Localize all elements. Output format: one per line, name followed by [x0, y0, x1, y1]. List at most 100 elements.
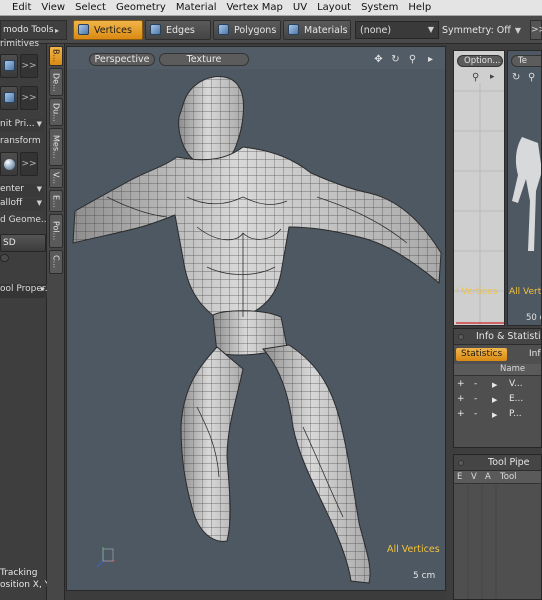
uv-grid: [454, 83, 504, 325]
edges-mode-button[interactable]: Edges: [145, 20, 211, 40]
chevron-right-icon[interactable]: ▶: [492, 381, 497, 389]
menu-view[interactable]: View: [36, 2, 70, 13]
extra-toggle-button[interactable]: [0, 254, 9, 262]
toolbar-more-button[interactable]: >>: [530, 20, 542, 40]
expand-plus[interactable]: +: [457, 409, 465, 419]
menu-help[interactable]: Help: [403, 2, 436, 13]
collapse-minus[interactable]: -: [474, 394, 477, 404]
tab-statistics[interactable]: Statistics: [456, 348, 508, 361]
cube-options-button[interactable]: >>: [20, 54, 38, 78]
polygons-icon: [218, 24, 230, 36]
tab-polygon-label: Pol...: [51, 221, 61, 241]
chevron-right-icon[interactable]: ▶: [492, 411, 497, 419]
cylinder-icon: [4, 92, 15, 103]
column-active[interactable]: A: [485, 472, 491, 482]
uv-viewport[interactable]: Option... ⚲ ▸ l Vertices: [453, 50, 505, 326]
tab-mesh-label: Mes...: [51, 135, 61, 159]
column-enable[interactable]: E: [457, 472, 462, 482]
collapse-minus[interactable]: -: [474, 379, 477, 389]
column-tool[interactable]: Tool: [500, 472, 517, 482]
expand-plus[interactable]: +: [457, 379, 465, 389]
side-viewport[interactable]: Te ↻ ⚲ All Vertic 50 c: [507, 50, 542, 326]
selection-set-value: (none): [360, 24, 392, 36]
statistics-header-row: Name: [454, 364, 541, 376]
name-column-header[interactable]: Name: [500, 364, 525, 374]
menu-layout[interactable]: Layout: [312, 2, 356, 13]
menu-select[interactable]: Select: [70, 2, 111, 13]
chevron-right-icon[interactable]: ▶: [492, 396, 497, 404]
cylinder-options-button[interactable]: >>: [20, 86, 38, 110]
row-name: E...: [509, 394, 524, 404]
tab-curve-label: C...: [51, 255, 61, 269]
info-statistics-header[interactable]: Info & Statistics: [454, 329, 541, 345]
selection-set-dropdown[interactable]: (none) ▼: [355, 21, 439, 39]
tab-duplicate[interactable]: Du...: [49, 98, 63, 126]
transform-header: ransform: [0, 136, 41, 146]
sphere-primitive-button[interactable]: [0, 152, 18, 176]
tools-panel: rimitives >> >> nit Pri... ▼ ransform >>…: [0, 39, 65, 600]
primitives-header: rimitives: [0, 39, 40, 49]
table-row[interactable]: + - ▶ P...: [454, 408, 541, 422]
vertices-icon: [78, 24, 90, 36]
polygons-mode-label: Polygons: [234, 24, 277, 36]
menu-vertex-map[interactable]: Vertex Map: [221, 2, 287, 13]
tab-vertex-label: V...: [51, 171, 61, 185]
tool-pipe-panel: Tool Pipe E V A Tool: [453, 454, 542, 600]
info-statistics-title: Info & Statistics: [476, 331, 541, 342]
perspective-viewport[interactable]: Perspective Texture ✥ ↻ ⚲ ▸ All Vertices…: [66, 46, 446, 591]
chevron-right-icon: ▸: [40, 284, 45, 293]
materials-mode-label: Materials: [304, 24, 348, 36]
materials-mode-button[interactable]: Materials: [283, 20, 351, 40]
menu-uv[interactable]: UV: [288, 2, 312, 13]
cube-icon: [4, 60, 15, 71]
table-row[interactable]: + - ▶ V...: [454, 378, 541, 392]
falloff-dropdown[interactable]: alloff ▼: [0, 198, 44, 211]
menu-geometry[interactable]: Geometry: [111, 2, 171, 13]
vertices-mode-button[interactable]: Vertices: [73, 20, 143, 40]
tab-basic[interactable]: B...: [49, 46, 63, 66]
chevron-down-icon: ▼: [36, 199, 42, 207]
tool-properties-header[interactable]: ool Proper... ▸: [0, 284, 47, 298]
tool-pipe-header[interactable]: Tool Pipe: [454, 455, 541, 471]
tab-mesh[interactable]: Mes...: [49, 128, 63, 166]
center-dropdown[interactable]: enter ▼: [0, 184, 44, 197]
chevron-down-icon: ▼: [36, 120, 42, 128]
collapse-minus[interactable]: -: [474, 409, 477, 419]
falloff-label: alloff: [0, 198, 23, 208]
panel-menu-icon[interactable]: [458, 334, 464, 340]
row-name: V...: [509, 379, 523, 389]
tools-dropdown-label: modo Tools: [3, 25, 53, 35]
tab-deform[interactable]: De...: [49, 68, 63, 96]
polygons-mode-button[interactable]: Polygons: [213, 20, 281, 40]
geometry-header: d Geome...: [0, 215, 47, 225]
sphere-options-button[interactable]: >>: [20, 152, 38, 176]
menu-system[interactable]: System: [356, 2, 403, 13]
tracking-label: Tracking: [0, 568, 38, 578]
menu-material[interactable]: Material: [171, 2, 222, 13]
subdivide-button[interactable]: SD: [0, 234, 46, 252]
right-panels: Option... ⚲ ▸ l Vertices Te ↻ ⚲ All Vert…: [447, 44, 542, 600]
tab-vertex[interactable]: V...: [49, 168, 63, 188]
column-visible[interactable]: V: [471, 472, 477, 482]
cylinder-primitive-button[interactable]: [0, 86, 18, 110]
tab-edge[interactable]: E...: [49, 190, 63, 212]
symmetry-dropdown[interactable]: Symmetry: Off ▼: [442, 21, 521, 39]
tab-info[interactable]: Info: [524, 348, 541, 361]
tool-properties-label: ool Proper...: [0, 284, 47, 294]
tab-polygon[interactable]: Pol...: [49, 214, 63, 248]
cube-primitive-button[interactable]: [0, 54, 18, 78]
expand-plus[interactable]: +: [457, 394, 465, 404]
wireframe-overlay: [73, 76, 441, 583]
table-row[interactable]: + - ▶ E...: [454, 393, 541, 407]
row-name: P...: [509, 409, 522, 419]
panel-menu-icon[interactable]: [458, 460, 464, 466]
materials-icon: [288, 24, 300, 36]
tab-duplicate-label: Du...: [51, 102, 61, 122]
chevron-down-icon: ▼: [514, 25, 521, 35]
tools-dropdown[interactable]: modo Tools ▸: [0, 20, 67, 40]
edges-mode-label: Edges: [166, 24, 195, 36]
side-view-figure: [512, 137, 541, 251]
unit-primitive-dropdown[interactable]: nit Pri... ▼: [0, 119, 44, 132]
tab-curve[interactable]: C...: [49, 250, 63, 274]
menu-edit[interactable]: Edit: [0, 2, 36, 13]
